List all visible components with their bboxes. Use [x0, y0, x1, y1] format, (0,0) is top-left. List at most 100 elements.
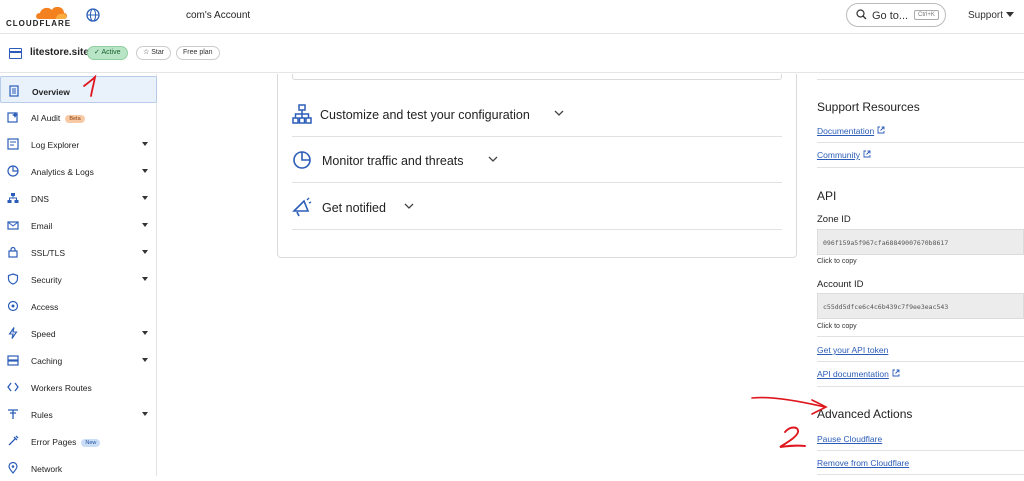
documentation-link[interactable]: Documentation	[817, 126, 885, 136]
support-menu[interactable]: Support	[968, 10, 1015, 21]
sidebar-item-label: AI Audit	[31, 113, 61, 123]
workers-icon	[7, 382, 19, 392]
sidebar-item-workers-routes[interactable]: Workers Routes	[0, 373, 157, 400]
community-label: Community	[817, 150, 860, 160]
sidebar-item-analytics-logs[interactable]: Analytics & Logs	[0, 157, 157, 184]
sidebar-item-email[interactable]: Email	[0, 211, 157, 238]
accordion-monitor[interactable]: Monitor traffic and threats	[292, 137, 782, 183]
sidebar: Overview AI Audit Beta Log Explorer Analy…	[0, 74, 157, 476]
document-icon	[9, 85, 19, 97]
plan-badge[interactable]: Free plan	[176, 46, 220, 60]
sidebar-item-label: Workers Routes	[31, 383, 92, 393]
sitemap-icon	[292, 104, 312, 124]
sidebar-item-access[interactable]: Access	[0, 292, 157, 319]
sidebar-item-overview[interactable]: Overview	[0, 76, 157, 103]
sidebar-item-ssl-tls[interactable]: SSL/TLS	[0, 238, 157, 265]
rules-icon	[8, 409, 18, 419]
caret-down-icon[interactable]	[142, 223, 148, 227]
logo-wordmark: CLOUDFLARE	[6, 19, 72, 28]
accordion-get-notified[interactable]: Get notified	[292, 184, 782, 230]
caching-icon	[7, 355, 19, 366]
support-resources-heading: Support Resources	[817, 100, 920, 114]
go-to-search[interactable]: Go to... Ctrl+K	[846, 3, 946, 27]
caret-down-icon[interactable]	[142, 142, 148, 146]
zone-name[interactable]: litestore.site	[30, 47, 89, 58]
chevron-down-icon[interactable]	[487, 153, 499, 165]
advanced-actions-heading: Advanced Actions	[817, 407, 913, 421]
caret-down-icon[interactable]	[142, 169, 148, 173]
pie-chart-icon	[7, 165, 19, 177]
zone-bar: litestore.site ✓ Active ☆ Star Free plan	[0, 35, 1024, 73]
lock-icon	[8, 246, 18, 258]
sidebar-item-label: Access	[31, 302, 59, 312]
search-icon	[856, 9, 867, 20]
sidebar-item-network[interactable]: Network	[0, 454, 157, 481]
divider	[817, 386, 1024, 387]
pause-cloudflare-link[interactable]: Pause Cloudflare	[817, 434, 882, 444]
dns-icon	[7, 193, 19, 203]
remove-from-cloudflare-link[interactable]: Remove from Cloudflare	[817, 458, 909, 468]
section-title: Customize and test your configuration	[320, 108, 530, 122]
caret-down-icon[interactable]	[142, 412, 148, 416]
beta-badge: Beta	[65, 115, 85, 123]
divider	[817, 450, 1024, 451]
sidebar-item-security[interactable]: Security	[0, 265, 157, 292]
caret-down-icon[interactable]	[142, 250, 148, 254]
caret-down-icon[interactable]	[142, 277, 148, 281]
globe-icon[interactable]	[86, 8, 100, 22]
divider	[817, 361, 1024, 362]
location-pin-icon	[8, 462, 18, 474]
external-link-icon	[892, 369, 900, 377]
caret-down-icon[interactable]	[142, 331, 148, 335]
api-token-link[interactable]: Get your API token	[817, 345, 888, 355]
section-title: Get notified	[322, 201, 386, 215]
sidebar-item-rules[interactable]: Rules	[0, 400, 157, 427]
zone-id-label: Zone ID	[817, 214, 851, 225]
divider	[817, 336, 1024, 337]
ai-audit-icon	[7, 112, 18, 123]
megaphone-icon	[292, 197, 312, 217]
caret-down-icon[interactable]	[142, 196, 148, 200]
website-icon	[9, 48, 22, 59]
sidebar-item-ai-audit[interactable]: AI Audit Beta	[0, 103, 157, 130]
star-button[interactable]: ☆ Star	[136, 46, 172, 60]
external-link-icon	[863, 150, 871, 158]
caret-down-icon	[1006, 12, 1015, 17]
sidebar-item-label: DNS	[31, 194, 49, 204]
annotation-2	[779, 426, 806, 448]
sidebar-item-label: Rules	[31, 410, 53, 420]
new-badge: New	[81, 439, 101, 447]
sidebar-item-log-explorer[interactable]: Log Explorer	[0, 130, 157, 157]
chevron-down-icon[interactable]	[403, 200, 415, 212]
cloud-logo-icon	[36, 6, 67, 19]
sidebar-item-label: Network	[31, 464, 63, 474]
account-id-label: Account ID	[817, 279, 864, 290]
divider	[817, 474, 1024, 475]
sidebar-item-caching[interactable]: Caching	[0, 346, 157, 373]
lightning-icon	[8, 327, 18, 339]
email-icon	[7, 221, 19, 230]
account-name[interactable]: com's Account	[186, 10, 250, 21]
sidebar-item-dns[interactable]: DNS	[0, 184, 157, 211]
sidebar-item-label: Caching	[31, 356, 63, 366]
account-id-field[interactable]: c55dd5dfce6c4c6b439c7f9ee3eac543	[817, 293, 1024, 319]
community-link[interactable]: Community	[817, 150, 871, 160]
status-badge: ✓ Active	[87, 46, 128, 60]
sidebar-item-error-pages[interactable]: Error Pages New	[0, 427, 157, 454]
cloudflare-logo[interactable]: CLOUDFLARE	[6, 4, 86, 30]
shield-icon	[7, 273, 19, 285]
sidebar-item-label: Error Pages	[31, 437, 77, 447]
right-panel: Support Resources Documentation Communit…	[805, 74, 1024, 476]
divider	[817, 79, 1024, 80]
divider	[817, 142, 1024, 143]
sidebar-item-speed[interactable]: Speed	[0, 319, 157, 346]
api-documentation-link[interactable]: API documentation	[817, 369, 900, 379]
caret-down-icon[interactable]	[142, 358, 148, 362]
sidebar-item-label: Email	[31, 221, 53, 231]
support-label: Support	[968, 10, 1004, 21]
sidebar-item-label: Speed	[31, 329, 56, 339]
api-documentation-label: API documentation	[817, 369, 889, 379]
chevron-down-icon[interactable]	[553, 107, 565, 119]
zone-id-field[interactable]: 096f159a5f967cfa68849007670b8617	[817, 229, 1024, 255]
accordion-customize[interactable]: Customize and test your configuration	[292, 91, 782, 137]
